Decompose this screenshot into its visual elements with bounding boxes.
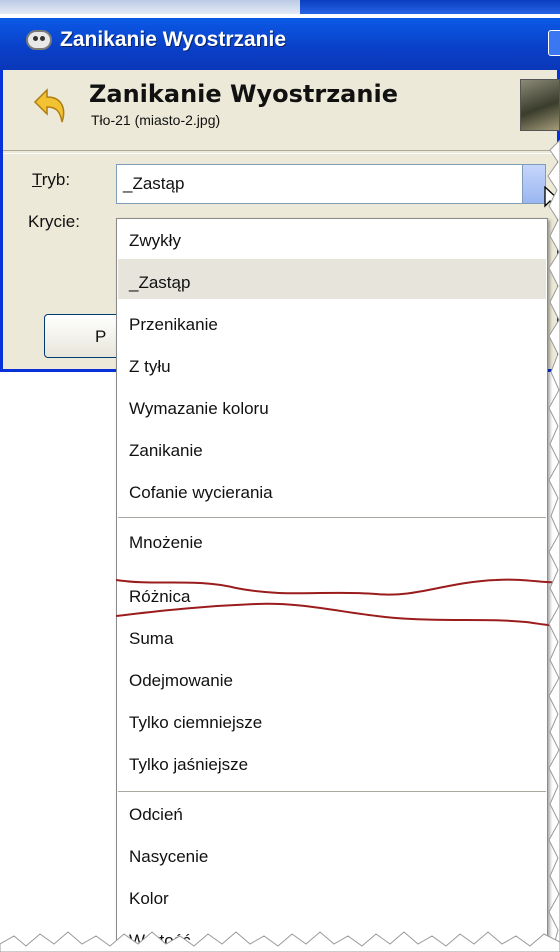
window-title: Zanikanie Wyostrzanie [60,28,287,51]
opacity-label: Krycie: [28,212,80,231]
header-separator [3,150,560,154]
header-title: Zanikanie Wyostrzanie [89,80,398,108]
menu-item-darken-only[interactable]: Tylko ciemniejsze [129,713,262,733]
menu-item-hue[interactable]: Odcień [129,805,183,825]
mode-label: Tryb: [32,170,71,189]
menu-item-color-erase[interactable]: Wymazanie koloru [129,399,269,419]
menu-separator [118,791,546,795]
menu-item-dissolve[interactable]: Przenikanie [129,315,218,335]
menu-item-subtract[interactable]: Odejmowanie [129,671,233,691]
menu-item-multiply[interactable]: Mnożenie [129,533,203,553]
menu-item-fade[interactable]: Zanikanie [129,441,203,461]
dialog-header: Zanikanie Wyostrzanie Tło-21 (miasto-2.j… [3,74,560,146]
combobox-arrow-button[interactable] [522,165,545,203]
background-window-titlebar [300,0,560,14]
menu-item-anti-erase[interactable]: Cofanie wycierania [129,483,273,503]
mode-combobox[interactable]: _Zastąp [116,164,546,204]
desktop-icons-cropped [0,0,300,14]
close-button-cropped[interactable] [548,30,560,56]
red-scribble-annotation [116,578,560,627]
menu-item-lighten-only[interactable]: Tylko jaśniejsze [129,755,248,775]
image-thumbnail [520,79,560,131]
menu-item-replace[interactable]: _Zastąp [129,273,190,293]
menu-item-saturation[interactable]: Nasycenie [129,847,208,867]
menu-item-behind[interactable]: Z tyłu [129,357,171,377]
menu-separator [118,517,546,521]
menu-item-color[interactable]: Kolor [129,889,169,909]
torn-edge-bottom [0,931,560,952]
dialog-titlebar[interactable]: Zanikanie Wyostrzanie [0,18,560,70]
header-subtitle: Tło-21 (miasto-2.jpg) [91,112,221,128]
undo-arrow-icon [33,88,65,123]
desktop-strip [0,0,560,18]
mode-combobox-value: _Zastąp [123,174,185,193]
gimp-icon [26,30,52,50]
torn-edge-right [547,140,560,952]
menu-item-normal[interactable]: Zwykły [129,231,181,251]
